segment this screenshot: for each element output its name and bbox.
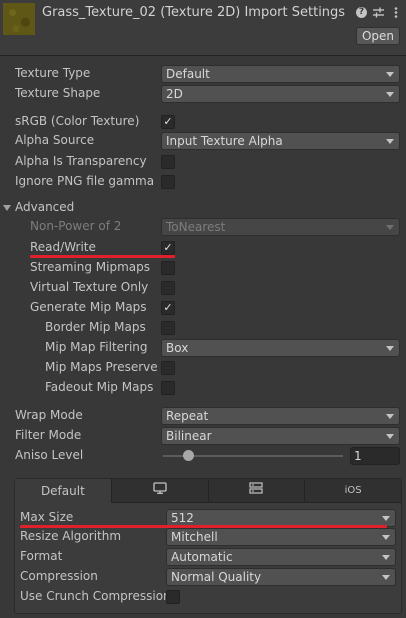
alpha-is-transparency-label: Alpha Is Transparency <box>15 154 147 168</box>
platform-settings-panel: Default iOS Max Size 512 Resize Algorith… <box>14 478 402 614</box>
aniso-level-label: Aniso Level <box>15 448 84 462</box>
filter-mode-dropdown[interactable]: Bilinear <box>161 427 400 445</box>
streaming-mipmaps-checkbox[interactable] <box>161 261 175 275</box>
generate-mip-maps-row: Generate Mip Maps ✓ <box>0 298 406 318</box>
srgb-checkbox[interactable]: ✓ <box>161 115 175 129</box>
platform-tabs: Default iOS <box>15 479 401 503</box>
aniso-level-field[interactable]: 1 <box>350 447 400 465</box>
texture-shape-row: Texture Shape 2D <box>0 84 406 104</box>
read-write-label: Read/Write <box>30 240 96 254</box>
alpha-source-row: Alpha Source Input Texture Alpha <box>0 131 406 151</box>
tab-default[interactable]: Default <box>15 479 112 503</box>
chevron-down-icon <box>382 516 390 521</box>
aniso-level-row: Aniso Level 1 <box>0 446 406 466</box>
ignore-png-gamma-row: Ignore PNG file gamma <box>0 172 406 192</box>
tab-server[interactable] <box>208 479 306 503</box>
tab-ios[interactable]: iOS <box>305 479 401 503</box>
border-mip-maps-row: Border Mip Maps <box>0 318 406 338</box>
chevron-down-icon <box>386 225 394 230</box>
texture-type-label: Texture Type <box>15 66 91 80</box>
fadeout-mip-maps-label: Fadeout Mip Maps <box>45 380 154 394</box>
mip-maps-preserve-label: Mip Maps Preserve C <box>45 360 159 374</box>
mip-maps-preserve-row: Mip Maps Preserve C <box>0 358 406 378</box>
alpha-is-transparency-row: Alpha Is Transparency <box>0 152 406 172</box>
header-icons: ? <box>356 5 401 19</box>
server-icon <box>249 479 263 502</box>
help-icon[interactable]: ? <box>356 5 367 19</box>
chevron-down-icon <box>382 575 390 580</box>
fadeout-mip-maps-checkbox[interactable] <box>161 381 175 395</box>
streaming-mipmaps-label: Streaming Mipmaps <box>30 260 151 274</box>
chevron-down-icon <box>382 535 390 540</box>
mip-map-filtering-dropdown[interactable]: Box <box>161 339 400 357</box>
monitor-icon <box>152 479 167 502</box>
inspector-header: Grass_Texture_02 (Texture 2D) Import Set… <box>0 0 406 56</box>
border-mip-maps-checkbox[interactable] <box>161 321 175 335</box>
virtual-texture-only-checkbox[interactable] <box>161 281 175 295</box>
aniso-level-slider-thumb[interactable] <box>182 450 194 461</box>
texture-shape-dropdown[interactable]: 2D <box>161 85 400 103</box>
compression-dropdown[interactable]: Normal Quality <box>166 568 396 586</box>
wrap-mode-dropdown[interactable]: Repeat <box>161 407 400 425</box>
srgb-row: sRGB (Color Texture) ✓ <box>0 112 406 132</box>
use-crunch-checkbox[interactable] <box>166 590 180 604</box>
advanced-foldout[interactable]: Advanced <box>0 198 406 218</box>
read-write-checkbox[interactable]: ✓ <box>161 241 175 255</box>
generate-mip-maps-checkbox[interactable]: ✓ <box>161 301 175 315</box>
more-vert-icon[interactable] <box>390 5 401 19</box>
open-button[interactable]: Open <box>356 27 400 45</box>
texture-type-dropdown[interactable]: Default <box>161 65 400 83</box>
settings-sliders-icon[interactable] <box>373 5 384 19</box>
non-power-of-2-dropdown: ToNearest <box>161 218 400 236</box>
chevron-down-icon <box>386 92 394 97</box>
inspector-title: Grass_Texture_02 (Texture 2D) Import Set… <box>42 5 346 20</box>
wrap-mode-row: Wrap Mode Repeat <box>0 406 406 426</box>
filter-mode-row: Filter Mode Bilinear <box>0 426 406 446</box>
use-crunch-row: Use Crunch Compression <box>15 587 401 607</box>
border-mip-maps-label: Border Mip Maps <box>45 320 146 334</box>
chevron-down-icon <box>382 555 390 560</box>
mip-map-filtering-label: Mip Map Filtering <box>45 340 148 354</box>
use-crunch-label: Use Crunch Compression <box>20 589 171 603</box>
virtual-texture-only-row: Virtual Texture Only <box>0 278 406 298</box>
resize-algorithm-row: Resize Algorithm Mitchell <box>15 527 401 547</box>
format-row: Format Automatic <box>15 547 401 567</box>
format-dropdown[interactable]: Automatic <box>166 548 396 566</box>
texture-type-row: Texture Type Default <box>0 64 406 84</box>
streaming-mipmaps-row: Streaming Mipmaps <box>0 258 406 278</box>
format-label: Format <box>20 549 63 563</box>
compression-label: Compression <box>20 569 98 583</box>
chevron-down-icon <box>386 346 394 351</box>
generate-mip-maps-label: Generate Mip Maps <box>30 300 147 314</box>
chevron-down-icon <box>386 434 394 439</box>
ignore-png-gamma-label: Ignore PNG file gamma <box>15 174 155 188</box>
alpha-source-dropdown[interactable]: Input Texture Alpha <box>161 132 400 150</box>
chevron-down-icon <box>386 72 394 77</box>
tab-standalone[interactable] <box>111 479 209 503</box>
chevron-down-icon <box>386 414 394 419</box>
wrap-mode-label: Wrap Mode <box>15 408 83 422</box>
foldout-arrow-icon <box>3 205 11 211</box>
chevron-down-icon <box>386 139 394 144</box>
alpha-is-transparency-checkbox[interactable] <box>161 155 175 169</box>
compression-row: Compression Normal Quality <box>15 567 401 587</box>
advanced-label: Advanced <box>15 200 75 214</box>
mip-maps-preserve-checkbox[interactable] <box>161 361 175 375</box>
non-power-of-2-row: Non-Power of 2 ToNearest <box>0 217 406 237</box>
non-power-of-2-label: Non-Power of 2 <box>30 219 122 233</box>
resize-algorithm-label: Resize Algorithm <box>20 529 122 543</box>
filter-mode-label: Filter Mode <box>15 428 82 442</box>
virtual-texture-only-label: Virtual Texture Only <box>30 280 149 294</box>
texture-thumbnail <box>3 3 35 35</box>
ignore-png-gamma-checkbox[interactable] <box>161 175 175 189</box>
mip-map-filtering-row: Mip Map Filtering Box <box>0 338 406 358</box>
texture-shape-label: Texture Shape <box>15 86 101 100</box>
alpha-source-label: Alpha Source <box>15 133 95 147</box>
resize-algorithm-dropdown[interactable]: Mitchell <box>166 528 396 546</box>
max-size-label: Max Size <box>20 510 74 524</box>
fadeout-mip-maps-row: Fadeout Mip Maps <box>0 378 406 398</box>
srgb-label: sRGB (Color Texture) <box>15 114 140 128</box>
